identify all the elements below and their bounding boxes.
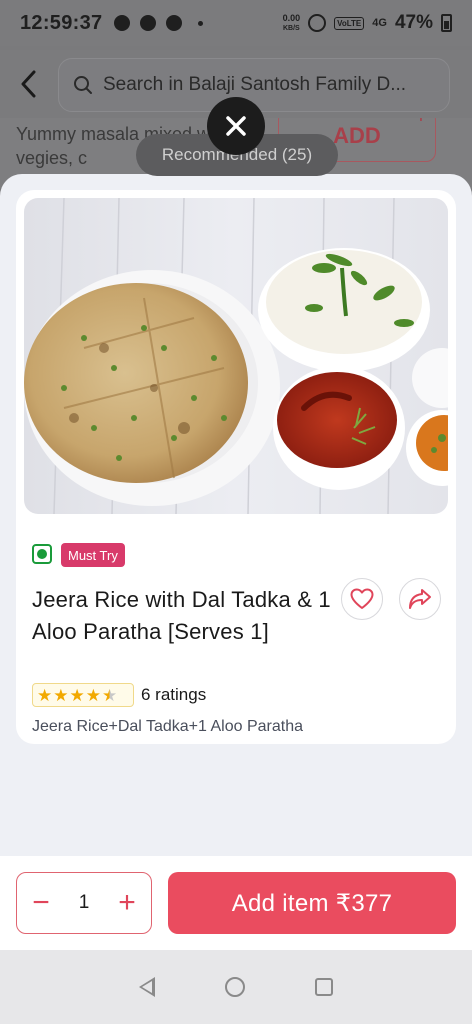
decrement-button[interactable]: − xyxy=(29,888,53,918)
more-notifications-icon xyxy=(198,20,204,26)
system-nav-bar xyxy=(0,950,472,1024)
search-icon xyxy=(74,76,92,94)
star-icon: ★ xyxy=(37,685,53,705)
nav-home-icon[interactable] xyxy=(225,977,245,997)
item-description: Jeera Rice+Dal Tadka+1 Aloo Paratha xyxy=(32,718,303,735)
status-right: 0.00 KB/S VoLTE 4G 47% xyxy=(283,12,452,34)
status-bar: 12:59:37 0.00 KB/S VoLTE 4G 47% xyxy=(0,0,472,46)
rating-count: 6 ratings xyxy=(141,685,207,704)
quantity-value: 1 xyxy=(78,892,90,913)
background-add-label: ADD xyxy=(333,123,381,148)
battery-percent: 47% xyxy=(394,12,433,33)
close-icon xyxy=(226,116,246,136)
star-icon: ★ xyxy=(69,685,85,705)
location-notification-icon xyxy=(140,15,157,31)
search-placeholder: Search in Balaji Santosh Family D... xyxy=(103,74,407,95)
add-item-button[interactable]: Add item ₹377 xyxy=(168,872,456,934)
battery-icon xyxy=(441,14,452,32)
share-icon xyxy=(409,589,431,609)
bottom-action-bar: − 1 + Add item ₹377 xyxy=(0,856,472,950)
heart-icon xyxy=(350,588,374,609)
star-icon: ★ xyxy=(53,685,69,705)
status-time: 12:59:37 xyxy=(20,11,103,34)
data-speed: 0.00 KB/S xyxy=(282,12,301,33)
background-add-plus: + xyxy=(417,118,425,125)
location-notification-icon-2 xyxy=(166,15,183,31)
food-illustration xyxy=(24,198,448,514)
notification-icons xyxy=(114,15,204,31)
quantity-stepper: − 1 + xyxy=(16,872,152,934)
share-button[interactable] xyxy=(399,578,441,620)
data-speed-unit: KB/S xyxy=(282,24,300,32)
item-card: Must Try Jeera Rice with Dal Tadka & 1 A… xyxy=(16,190,456,744)
back-arrow-icon xyxy=(21,70,36,98)
signal-icon: 4G xyxy=(372,17,387,29)
food-image xyxy=(24,198,448,514)
increment-button[interactable]: + xyxy=(115,888,139,918)
star-icon: ★ xyxy=(85,685,101,705)
chat-notification-icon xyxy=(114,15,131,31)
nav-back-icon[interactable] xyxy=(139,977,155,997)
close-button[interactable] xyxy=(207,97,265,155)
nav-recents-icon[interactable] xyxy=(315,978,333,996)
alarm-icon xyxy=(308,14,327,32)
half-star-icon: ★ xyxy=(102,685,118,705)
veg-icon xyxy=(32,544,52,564)
favorite-button[interactable] xyxy=(341,578,383,620)
must-try-badge: Must Try xyxy=(61,543,125,567)
rating-stars: ★ ★ ★ ★ ★ xyxy=(32,683,134,707)
item-title: Jeera Rice with Dal Tadka & 1 Aloo Parat… xyxy=(32,587,331,644)
data-speed-value: 0.00 xyxy=(282,12,301,23)
back-button[interactable] xyxy=(14,66,44,102)
volte-icon: VoLTE xyxy=(334,16,365,30)
item-detail-sheet: Must Try Jeera Rice with Dal Tadka & 1 A… xyxy=(0,174,472,950)
